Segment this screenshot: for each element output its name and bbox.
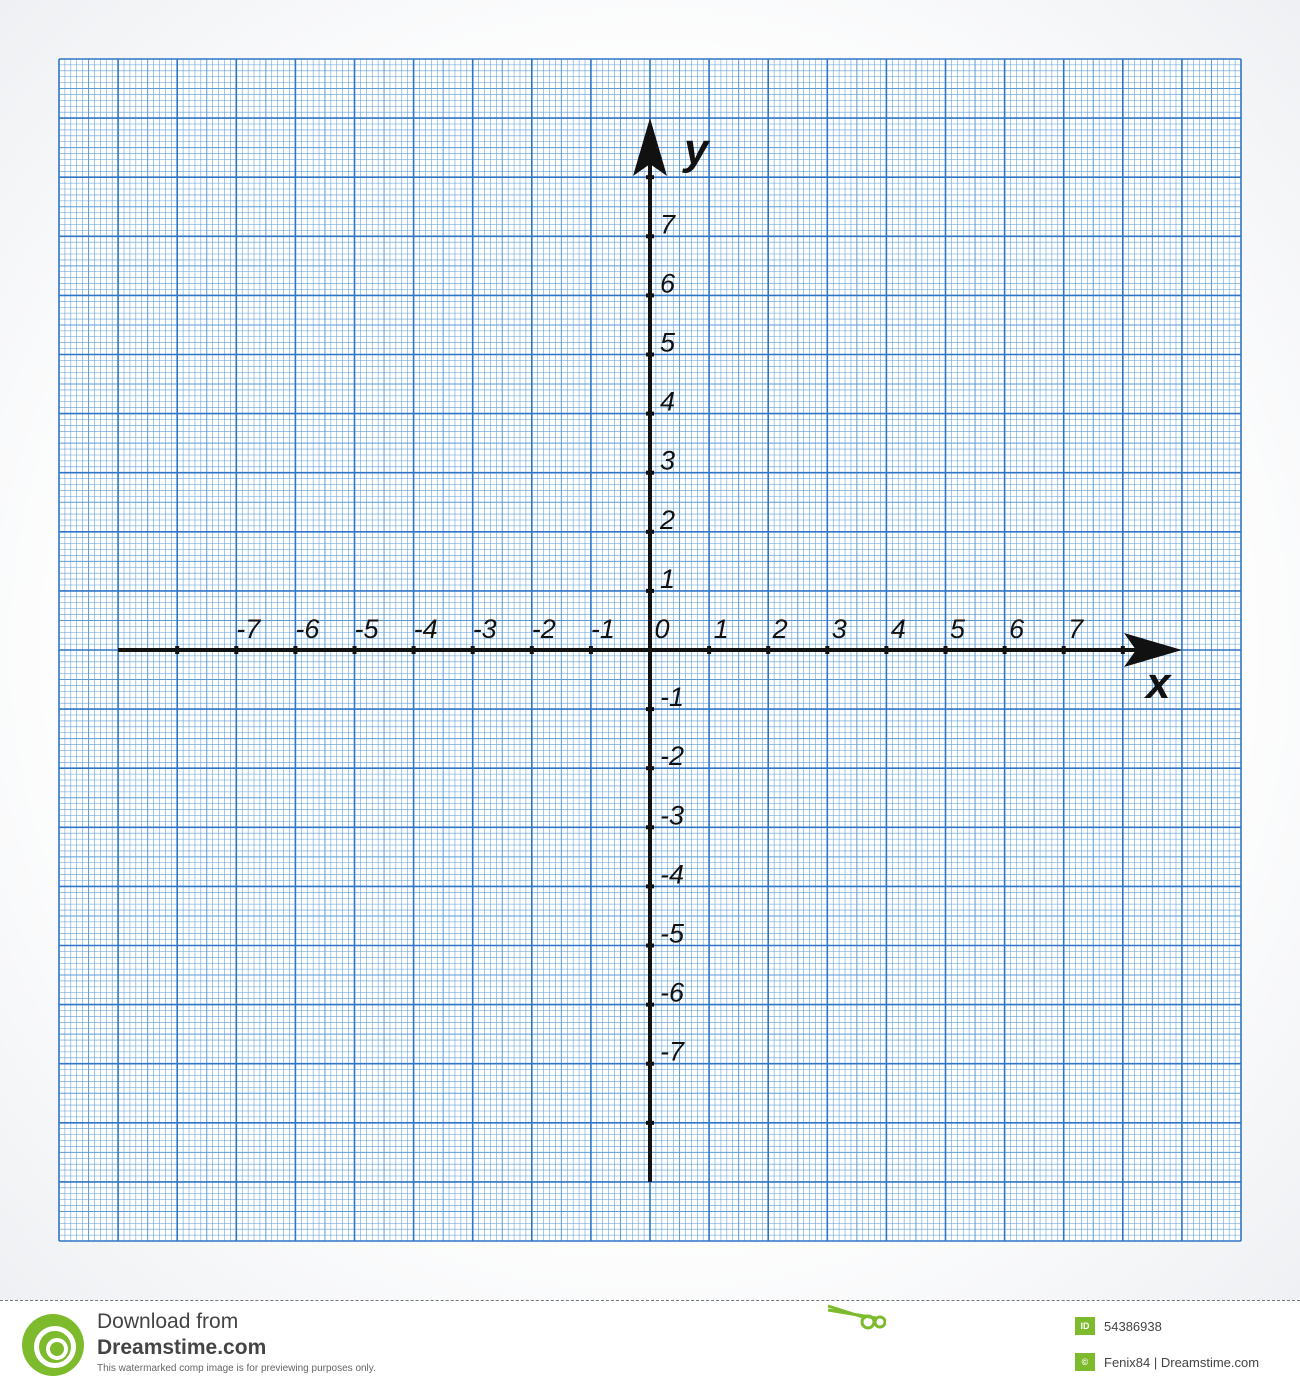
x-tick-label: 7	[1068, 614, 1084, 644]
credit-text: Fenix84 | Dreamstime.com	[1104, 1355, 1260, 1370]
y-tick-label: 5	[660, 328, 676, 358]
y-tick-label: -2	[660, 741, 684, 771]
y-tick-label: -4	[660, 859, 684, 889]
scissors-icon	[827, 1304, 886, 1330]
x-tick-label: 4	[891, 614, 906, 644]
x-tick-label: -3	[473, 614, 497, 644]
watermark-footer: Download from Dreamstime.com This waterm…	[0, 1300, 1300, 1390]
y-tick-label: -5	[660, 919, 685, 949]
image-id: 54386938	[1104, 1319, 1162, 1334]
y-tick-label: -7	[660, 1037, 685, 1067]
x-tick-label: -7	[236, 614, 261, 644]
site-name: Dreamstime.com	[97, 1336, 267, 1359]
x-tick-label: 2	[772, 614, 788, 644]
y-tick-label: -3	[660, 800, 684, 830]
y-tick-label: 7	[660, 209, 676, 239]
x-tick-label: 1	[714, 614, 729, 644]
dreamstime-logo-icon	[22, 1314, 84, 1376]
x-tick-label: -2	[532, 614, 556, 644]
download-text: Download from	[97, 1310, 239, 1333]
y-tick-label: -1	[660, 682, 684, 712]
cut-line	[0, 1300, 1300, 1301]
y-tick-label: 1	[660, 564, 675, 594]
y-tick-label: 6	[660, 268, 676, 298]
copyright-badge: ©	[1075, 1353, 1095, 1371]
coordinate-plane: -7 -6 -5 -4 -3 -2 -1 0 1 2 3 4 5 6 7 7 6 5 4 3 2 1 -1 -2 -3 -4 -5 -…	[58, 58, 1242, 1242]
graph-paper-stage: -7 -6 -5 -4 -3 -2 -1 0 1 2 3 4 5 6 7 7 6 5 4 3 2 1 -1 -2 -3 -4 -5 -…	[0, 0, 1300, 1300]
y-tick-label: 4	[660, 387, 675, 417]
y-tick-label: 2	[659, 505, 675, 535]
x-tick-label: 6	[1009, 614, 1025, 644]
x-tick-label: -1	[591, 614, 615, 644]
x-tick-label: 3	[832, 614, 847, 644]
preview-note: This watermarked comp image is for previ…	[97, 1363, 376, 1374]
y-tick-label: 3	[660, 446, 675, 476]
y-tick-label: -6	[660, 978, 685, 1008]
x-tick-label: 5	[950, 614, 966, 644]
x-tick-label: -4	[414, 614, 438, 644]
x-tick-label: 0	[654, 614, 669, 644]
x-tick-label: -5	[354, 614, 379, 644]
x-tick-label: -6	[295, 614, 320, 644]
id-badge: ID	[1075, 1317, 1095, 1335]
y-axis-label: y	[682, 125, 711, 174]
x-axis-label: x	[1144, 659, 1172, 708]
